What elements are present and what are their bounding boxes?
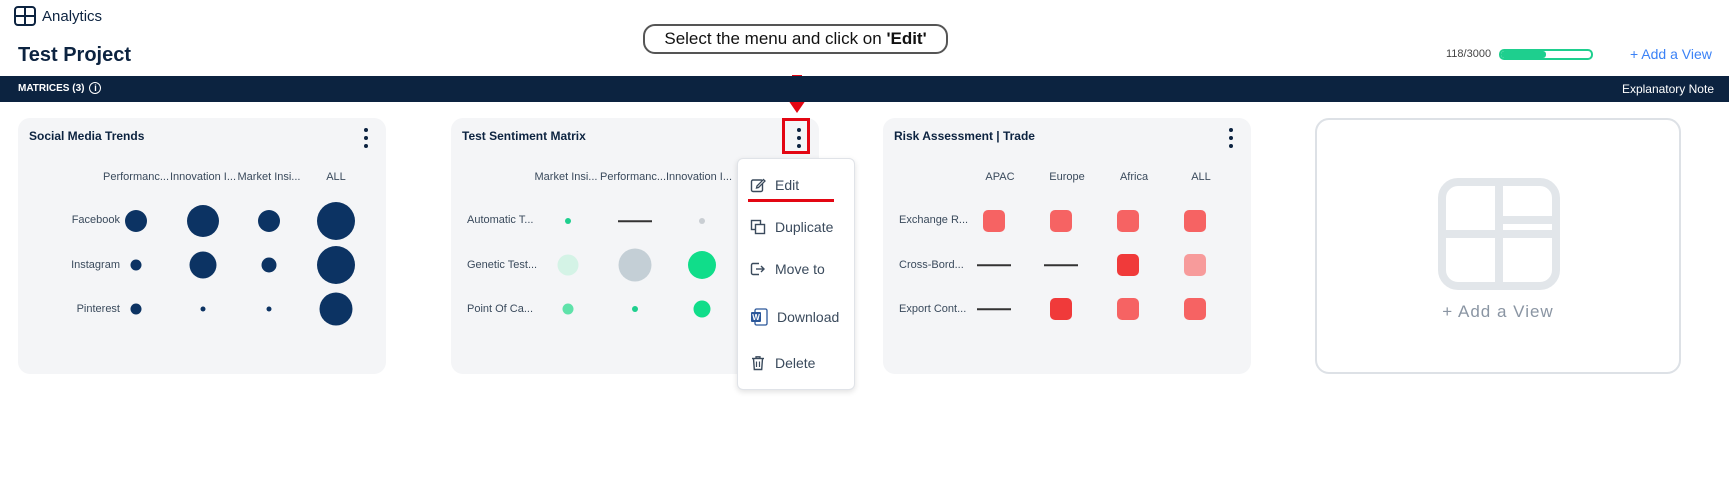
matrix-bubble[interactable] [693, 300, 711, 318]
column-header: Africa [1119, 171, 1149, 183]
matrix-card-social-media[interactable]: Social Media Trends Performanc... Innova… [18, 118, 386, 374]
kebab-menu-icon[interactable] [360, 126, 372, 150]
edit-highlight-underline [748, 199, 834, 202]
menu-item-label: Move to [775, 261, 825, 277]
usage-progress-fill [1501, 50, 1547, 58]
empty-cell-dash [1044, 264, 1078, 266]
matrix-bubble[interactable] [562, 303, 574, 315]
instruction-text: Select the menu and click on [664, 29, 887, 48]
matrix-bubble[interactable] [317, 246, 355, 284]
matrices-label: MATRICES (3) [18, 82, 85, 94]
kebab-menu-icon[interactable] [1225, 126, 1237, 150]
empty-cell-dash [977, 264, 1011, 266]
card-title: Test Sentiment Matrix [462, 129, 586, 143]
row-header: Instagram [71, 259, 120, 271]
word-document-icon: W [751, 308, 768, 326]
grid-logo-icon [14, 6, 36, 26]
add-view-label: + Add a View [1442, 302, 1554, 321]
menu-item-label: Download [777, 309, 840, 325]
matrix-bubble[interactable] [130, 303, 142, 315]
empty-cell-dash [977, 308, 1011, 310]
move-icon [750, 262, 765, 276]
matrix-bubble[interactable] [266, 306, 272, 312]
app-name: Analytics [42, 7, 103, 25]
row-header: Pinterest [76, 303, 120, 315]
matrix-bubble[interactable] [261, 257, 277, 273]
matrices-bar: MATRICES (3) i Explanatory Note [0, 76, 1729, 102]
matrix-cell[interactable] [1117, 254, 1139, 276]
usage-progress-bar [1499, 48, 1594, 60]
matrix-cell[interactable] [1184, 298, 1206, 320]
row-header: Point Of Ca... [467, 303, 534, 315]
column-header: Innovation I... [665, 171, 733, 183]
menu-item-label: Delete [775, 355, 816, 371]
grid-placeholder-icon [1438, 178, 1560, 290]
app-logo[interactable]: Analytics [14, 6, 102, 26]
trash-icon [752, 356, 764, 371]
card-context-menu: Edit Duplicate Move to W Download Delete [737, 158, 855, 390]
column-header: Market Insi... [237, 171, 301, 183]
row-header: Facebook [71, 214, 120, 226]
menu-item-label: Duplicate [775, 219, 834, 235]
instruction-callout: Select the menu and click on 'Edit' [643, 24, 948, 54]
matrix-bubble[interactable] [699, 218, 705, 224]
card-title: Social Media Trends [29, 129, 145, 143]
matrices-heading: MATRICES (3) i [18, 82, 102, 94]
duplicate-icon [750, 219, 766, 235]
matrix-card-risk-assessment[interactable]: Risk Assessment | Trade APAC Europe Afri… [883, 118, 1251, 374]
column-header: Performanc... [102, 171, 170, 183]
matrix-bubble[interactable] [258, 210, 280, 232]
matrix-bubble[interactable] [688, 251, 716, 279]
column-header: ALL [1191, 171, 1211, 183]
matrix-bubble[interactable] [632, 306, 638, 312]
matrix-cell[interactable] [1117, 298, 1139, 320]
info-icon[interactable]: i [89, 82, 102, 94]
matrix-bubble[interactable] [130, 259, 142, 271]
matrix-bubble[interactable] [557, 254, 579, 276]
matrix-bubble[interactable] [189, 251, 217, 279]
menu-item-download[interactable]: W Download [750, 308, 839, 326]
matrix-cell[interactable] [1184, 210, 1206, 232]
instruction-emphasis: 'Edit' [886, 29, 927, 48]
row-header: Exchange R... [899, 214, 969, 226]
row-header: Automatic T... [467, 214, 534, 226]
kebab-highlight-box [782, 118, 810, 154]
matrix-cell[interactable] [1117, 210, 1139, 232]
empty-cell-dash [618, 220, 652, 222]
menu-item-edit[interactable]: Edit [750, 177, 799, 193]
matrix-cell[interactable] [1050, 210, 1072, 232]
add-view-link[interactable]: + Add a View [1630, 46, 1712, 62]
card-title: Risk Assessment | Trade [894, 129, 1035, 143]
column-header: Performanc... [599, 171, 667, 183]
usage-meter: 118/3000 [1446, 48, 1594, 60]
menu-item-delete[interactable]: Delete [750, 355, 815, 371]
matrix-bubble[interactable] [618, 248, 652, 282]
svg-text:W: W [752, 313, 760, 322]
page-title: Test Project [18, 44, 131, 66]
matrix-bubble[interactable] [319, 292, 353, 326]
usage-count: 118/3000 [1446, 48, 1492, 60]
matrix-cell[interactable] [1184, 254, 1206, 276]
menu-item-label: Edit [775, 177, 800, 193]
column-header: APAC [985, 171, 1015, 183]
matrix-bubble[interactable] [187, 205, 219, 237]
explanatory-note-link[interactable]: Explanatory Note [1622, 82, 1714, 96]
column-header: Europe [1049, 171, 1085, 183]
row-header: Export Cont... [899, 303, 967, 315]
matrix-bubble[interactable] [565, 218, 571, 224]
matrix-cell[interactable] [1050, 298, 1072, 320]
matrix-cell[interactable] [983, 210, 1005, 232]
matrix-bubble[interactable] [125, 210, 147, 232]
menu-item-duplicate[interactable]: Duplicate [750, 219, 833, 235]
add-view-card[interactable]: + Add a View [1315, 118, 1681, 374]
row-header: Genetic Test... [467, 259, 538, 271]
row-header: Cross-Bord... [899, 259, 964, 271]
column-header: Market Insi... [534, 171, 598, 183]
matrix-bubble[interactable] [200, 306, 206, 312]
column-header: ALL [326, 171, 346, 183]
edit-icon [750, 178, 766, 193]
matrix-bubble[interactable] [317, 202, 355, 240]
column-header: Innovation I... [169, 171, 237, 183]
menu-item-move-to[interactable]: Move to [750, 261, 825, 277]
